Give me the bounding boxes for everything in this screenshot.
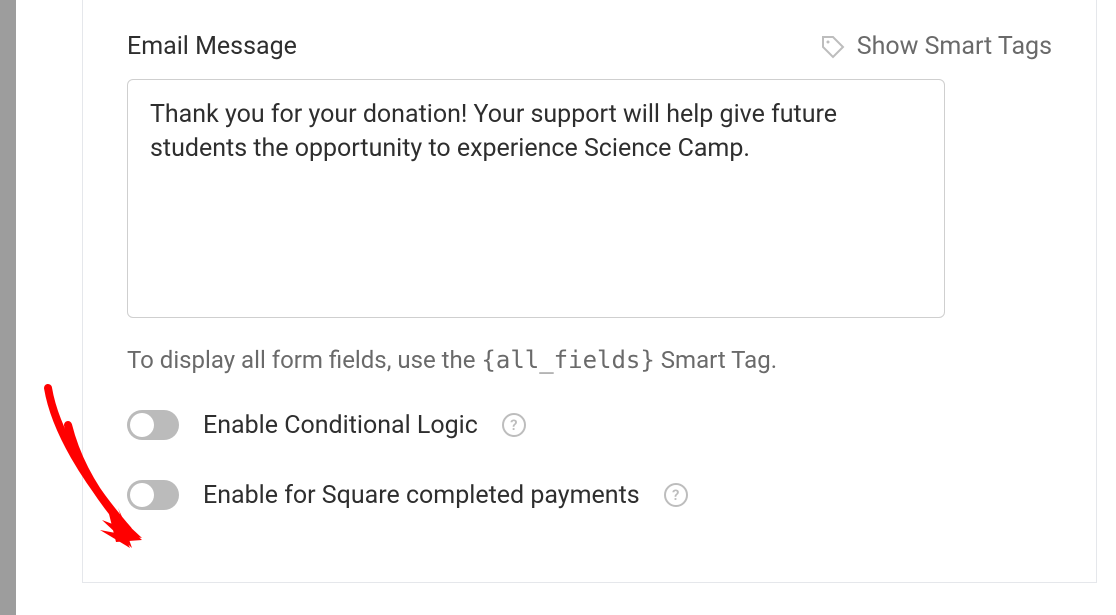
square-payments-label: Enable for Square completed payments (203, 481, 640, 510)
email-message-textarea[interactable] (127, 79, 945, 318)
tag-icon (821, 35, 845, 59)
conditional-logic-label: Enable Conditional Logic (203, 411, 478, 440)
conditional-logic-row: Enable Conditional Logic ? (127, 410, 1052, 440)
smart-tag-help-text: To display all form fields, use the {all… (127, 346, 1052, 374)
email-message-label: Email Message (127, 32, 297, 61)
toggle-knob (130, 483, 154, 507)
help-icon[interactable]: ? (502, 413, 526, 437)
help-icon[interactable]: ? (664, 483, 688, 507)
conditional-logic-toggle[interactable] (127, 410, 179, 440)
show-smart-tags-link[interactable]: Show Smart Tags (821, 32, 1052, 61)
left-rail (0, 0, 16, 615)
square-payments-toggle[interactable] (127, 480, 179, 510)
show-smart-tags-label: Show Smart Tags (857, 32, 1052, 61)
email-message-panel: Email Message Show Smart Tags To display… (82, 0, 1097, 583)
square-payments-row: Enable for Square completed payments ? (127, 480, 1052, 510)
toggle-knob (130, 413, 154, 437)
email-message-header: Email Message Show Smart Tags (127, 32, 1052, 61)
